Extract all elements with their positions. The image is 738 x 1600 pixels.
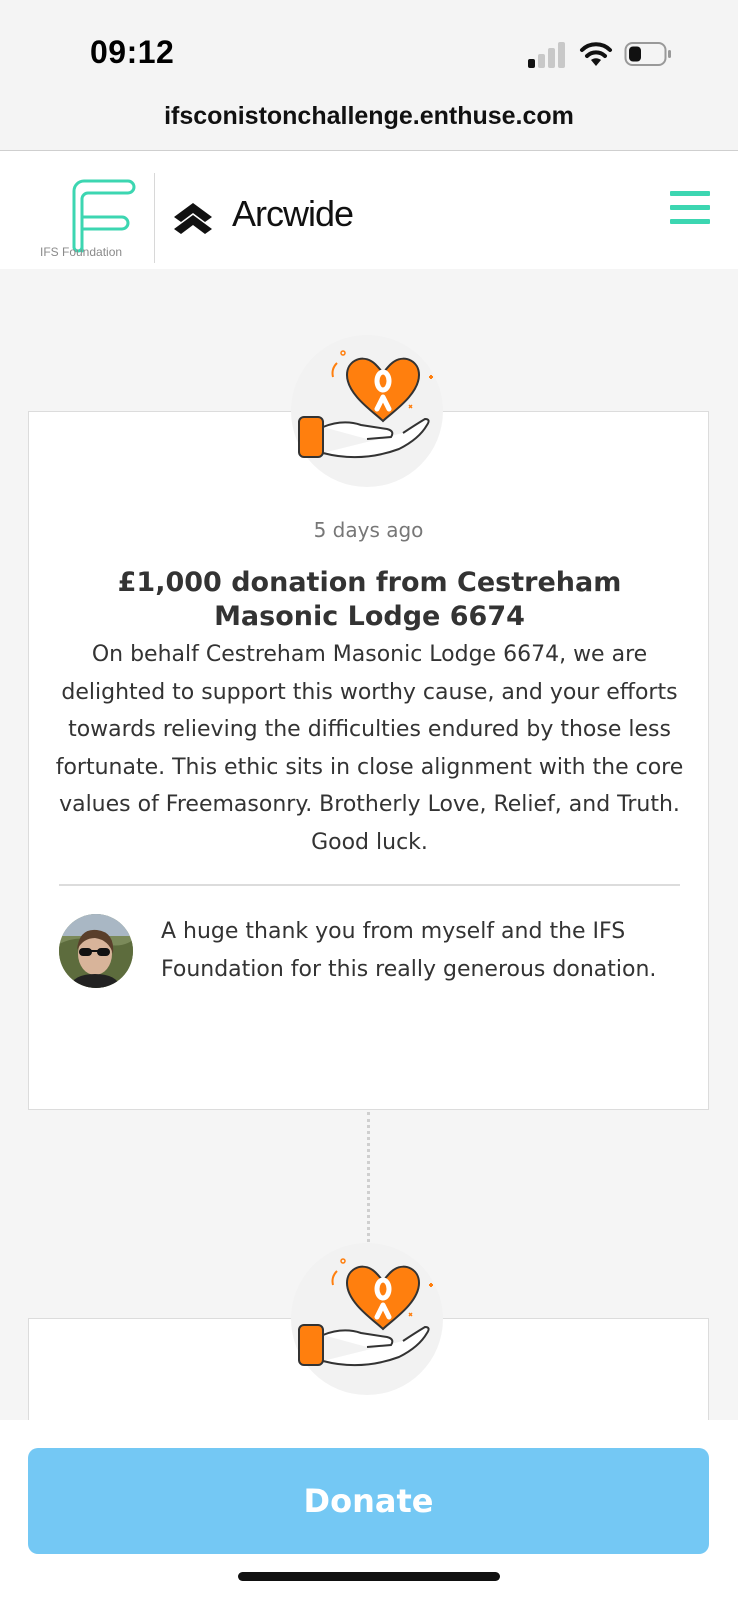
donate-button[interactable]: Donate (28, 1448, 709, 1554)
timeline-connector (367, 1112, 370, 1242)
avatar (59, 914, 133, 988)
url-text: ifsconistonchallenge.enthuse.com (164, 102, 574, 130)
bottom-bar: Donate (0, 1420, 738, 1600)
donation-title: £1,000 donation from Cestreham Masonic L… (117, 567, 622, 632)
site-header: IFS Foundation Arcwide (0, 151, 738, 269)
cellular-signal-icon (528, 40, 568, 68)
timestamp: 5 days ago (313, 518, 424, 542)
donation-message: On behalf Cestreham Masonic Lodge 6674, … (55, 642, 684, 855)
header-divider (154, 173, 155, 263)
arcwide-brand-name[interactable]: Arcwide (232, 193, 354, 235)
donation-card: 5 days ago £1,000 donation from Cestreha… (28, 411, 709, 1110)
reply-text: A huge thank you from myself and the IFS… (161, 919, 657, 982)
heart-in-hand-icon (291, 335, 443, 487)
divider (59, 884, 680, 886)
hamburger-menu-icon[interactable] (670, 191, 710, 225)
wifi-icon (580, 42, 612, 66)
ifs-caption: IFS Foundation (40, 245, 123, 259)
arcwide-logo-icon (174, 203, 212, 234)
clock: 09:12 (90, 34, 175, 70)
battery-icon (624, 42, 671, 66)
heart-in-hand-icon (291, 1243, 443, 1395)
home-indicator[interactable] (238, 1572, 500, 1581)
address-bar[interactable]: ifsconistonchallenge.enthuse.com (0, 96, 738, 151)
status-bar: 09:12 (0, 0, 738, 100)
